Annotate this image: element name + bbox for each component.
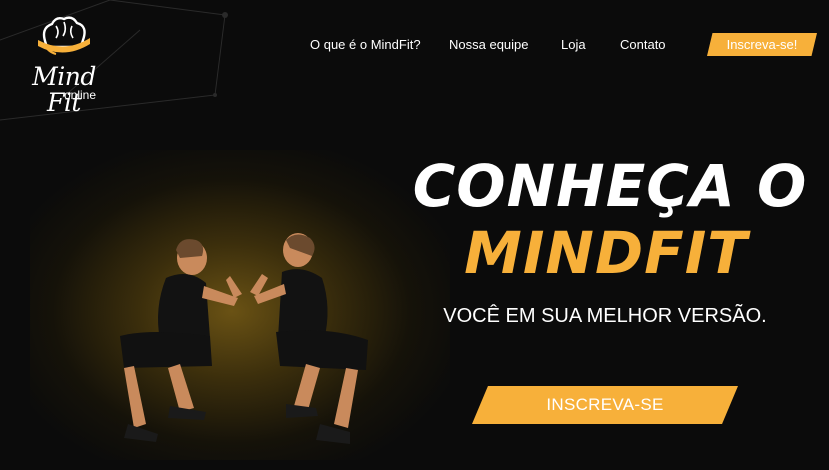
mindfit-logo[interactable]: Mind Fit online (14, 14, 114, 116)
nav-link-team[interactable]: Nossa equipe (449, 36, 529, 54)
hero-tagline: VOCÊ EM SUA MELHOR VERSÃO. (443, 305, 767, 327)
nav-signup-label: Inscreva-se! (726, 37, 798, 52)
hero-headline: CONHEÇA O MINDFIT (410, 152, 810, 286)
nav-link-about[interactable]: O que é o MindFit? (310, 36, 421, 54)
hero-title-line2: MINDFIT (464, 219, 748, 287)
nav-signup-button[interactable]: Inscreva-se! (707, 33, 817, 56)
hero-signup-button[interactable]: INSCREVA-SE (472, 386, 738, 424)
main-navigation: O que é o MindFit? Nossa equipe Loja Con… (0, 36, 829, 54)
hero-signup-label: INSCREVA-SE (546, 395, 664, 414)
athletes-squat-image (120, 233, 368, 444)
nav-link-contact[interactable]: Contato (620, 36, 666, 54)
hero-title-line1: CONHEÇA O (412, 152, 808, 220)
logo-subtitle: online (64, 88, 97, 102)
nav-link-shop[interactable]: Loja (561, 36, 586, 54)
